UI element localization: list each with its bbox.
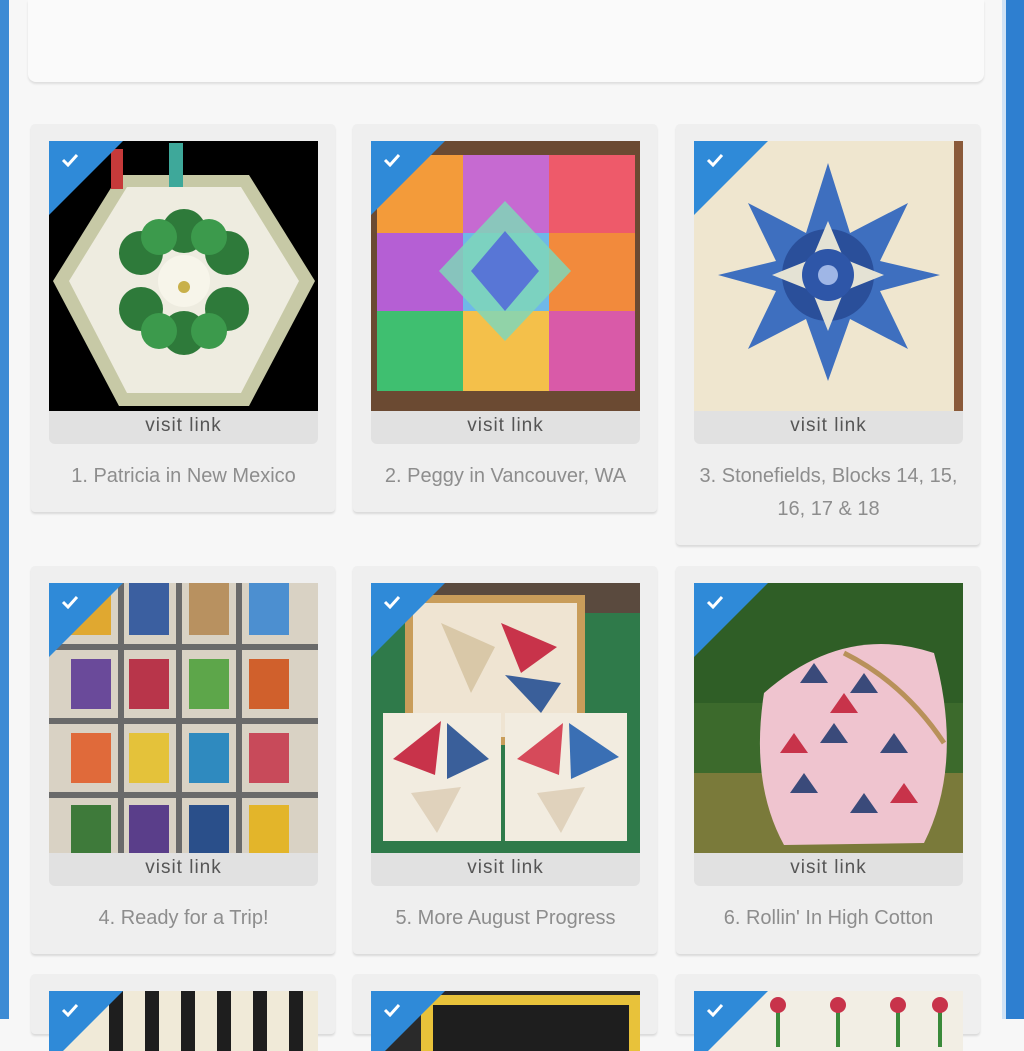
check-icon bbox=[383, 595, 401, 609]
gallery-card bbox=[31, 974, 335, 1051]
thumbnail-image[interactable] bbox=[49, 991, 318, 1051]
selected-corner bbox=[49, 991, 123, 1051]
check-icon bbox=[706, 153, 724, 167]
item-caption[interactable]: 3. Stonefields, Blocks 14, 15, 16, 17 & … bbox=[694, 460, 963, 526]
gallery-card: visit link 2. Peggy in Vancouver, WA bbox=[353, 124, 657, 512]
check-icon bbox=[706, 1003, 724, 1017]
item-caption[interactable]: 1. Patricia in New Mexico bbox=[49, 460, 318, 493]
visit-link-button[interactable]: visit link bbox=[49, 853, 318, 886]
thumbnail-image[interactable] bbox=[49, 141, 318, 411]
thumbnail-image[interactable] bbox=[371, 141, 640, 411]
gallery-card: visit link 3. Stonefields, Blocks 14, 15… bbox=[676, 124, 980, 545]
visit-link-button[interactable]: visit link bbox=[371, 853, 640, 886]
thumbnail-image[interactable] bbox=[371, 583, 640, 853]
gallery-card bbox=[676, 974, 980, 1051]
left-frame-border bbox=[0, 0, 9, 1019]
check-icon bbox=[61, 153, 79, 167]
thumbnail-image[interactable] bbox=[694, 583, 963, 853]
thumbnail-image[interactable] bbox=[49, 583, 318, 853]
gallery-card: visit link 5. More August Progress bbox=[353, 566, 657, 954]
check-icon bbox=[61, 1003, 79, 1017]
check-icon bbox=[61, 595, 79, 609]
gallery-card: visit link 4. Ready for a Trip! bbox=[31, 566, 335, 954]
check-icon bbox=[706, 595, 724, 609]
check-icon bbox=[383, 153, 401, 167]
gallery-card: visit link 6. Rollin' In High Cotton bbox=[676, 566, 980, 954]
thumbnail-image[interactable] bbox=[694, 991, 963, 1051]
visit-link-button[interactable]: visit link bbox=[694, 853, 963, 886]
selected-corner bbox=[371, 991, 445, 1051]
thumbnail-image[interactable] bbox=[371, 991, 640, 1051]
right-frame-border bbox=[1006, 0, 1024, 1019]
gallery-card: visit link 1. Patricia in New Mexico bbox=[31, 124, 335, 512]
item-caption[interactable]: 2. Peggy in Vancouver, WA bbox=[371, 460, 640, 493]
item-caption[interactable]: 6. Rollin' In High Cotton bbox=[694, 902, 963, 935]
selected-corner bbox=[694, 991, 768, 1051]
top-panel bbox=[28, 0, 984, 82]
item-caption[interactable]: 5. More August Progress bbox=[371, 902, 640, 935]
visit-link-button[interactable]: visit link bbox=[371, 411, 640, 444]
thumbnail-image[interactable] bbox=[694, 141, 963, 411]
item-caption[interactable]: 4. Ready for a Trip! bbox=[49, 902, 318, 935]
visit-link-button[interactable]: visit link bbox=[49, 411, 318, 444]
gallery-card bbox=[353, 974, 657, 1051]
check-icon bbox=[383, 1003, 401, 1017]
visit-link-button[interactable]: visit link bbox=[694, 411, 963, 444]
